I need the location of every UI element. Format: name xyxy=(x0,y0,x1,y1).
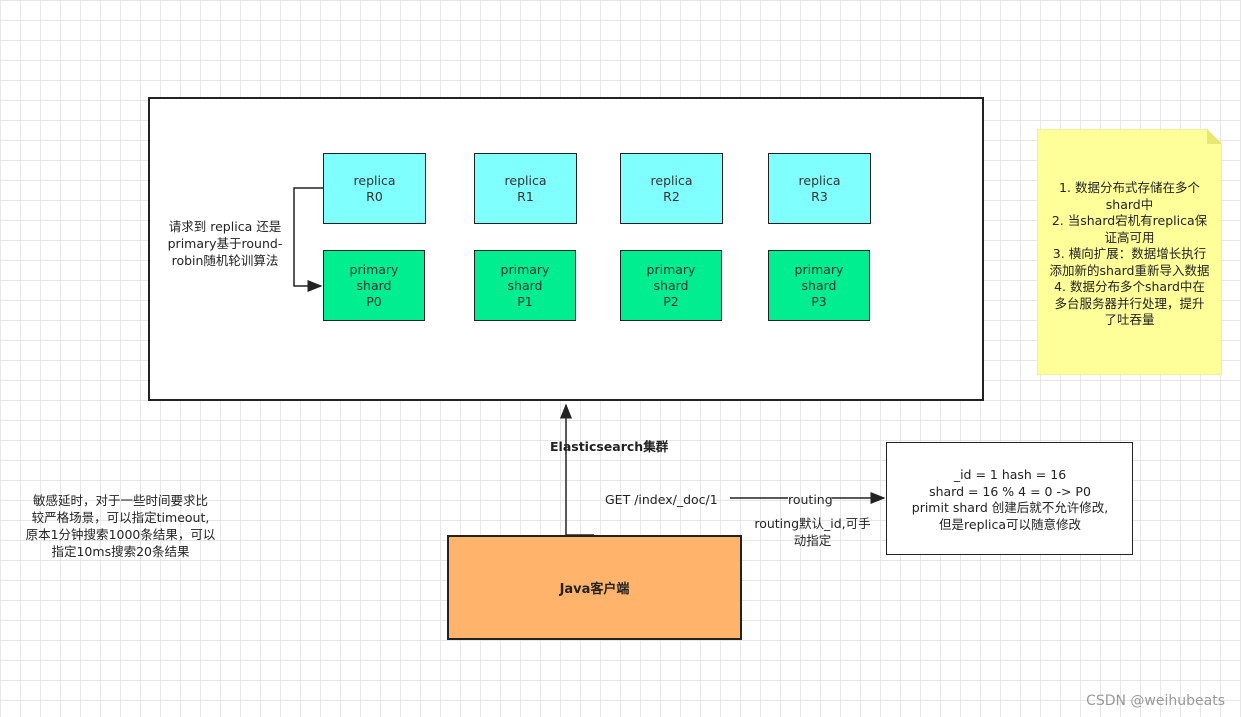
hash-line-4: 但是replica可以随意修改 xyxy=(939,516,1081,532)
hash-line-3: primit shard 创建后就不允许修改, xyxy=(911,500,1109,515)
hash-line-1: _id = 1 hash = 16 xyxy=(953,467,1067,482)
note-line-9: 了吐吞量 xyxy=(1104,312,1155,327)
routing-note-line-1: routing默认_id,可手 xyxy=(754,516,871,531)
note-line-1: 1. 数据分布式存储在多个 xyxy=(1059,180,1200,195)
routing-label: routing xyxy=(788,492,833,507)
sticky-note-text: 1. 数据分布式存储在多个 shard中 2. 当shard宕机有replica… xyxy=(1042,180,1217,329)
watermark: CSDN @weihubeats xyxy=(1086,693,1225,709)
java-client-box: Java客户端 xyxy=(447,535,742,640)
cluster-title: Elasticsearch集群 xyxy=(550,439,669,454)
round-robin-connector xyxy=(293,187,323,292)
get-request-label: GET /index/_doc/1 xyxy=(605,492,718,507)
note-line-4: 证高可用 xyxy=(1104,229,1155,245)
latency-line-4: 指定10ms搜索20条结果 xyxy=(51,544,190,559)
note-line-3: 2. 当shard宕机有replica保 xyxy=(1051,213,1208,228)
hash-line-2: shard = 16 % 4 = 0 -> P0 xyxy=(929,483,1091,499)
routing-note: routing默认_id,可手 动指定 xyxy=(750,515,875,549)
note-line-5: 3. 横向扩展：数据增长执行 xyxy=(1052,246,1207,261)
latency-line-1: 敏感延时，对于一些时间要求比 xyxy=(32,493,208,508)
latency-note: 敏感延时，对于一些时间要求比 较严格场景，可以指定timeout, 原本1分钟搜… xyxy=(18,492,223,560)
note-line-7: 4. 数据分布多个shard中在 xyxy=(1054,279,1205,294)
hash-text: _id = 1 hash = 16 shard = 16 % 4 = 0 -> … xyxy=(890,467,1130,533)
note-fold-icon xyxy=(1207,129,1222,144)
latency-line-2: 较严格场景，可以指定timeout, xyxy=(31,510,210,525)
note-line-8: 多台服务器并行处理，提升 xyxy=(1054,295,1205,311)
note-line-2: shard中 xyxy=(1105,196,1154,212)
routing-note-line-2: 动指定 xyxy=(793,533,832,548)
note-line-6: 添加新的shard重新导入数据 xyxy=(1049,262,1210,278)
latency-line-3: 原本1分钟搜索1000条结果，可以 xyxy=(25,527,216,542)
